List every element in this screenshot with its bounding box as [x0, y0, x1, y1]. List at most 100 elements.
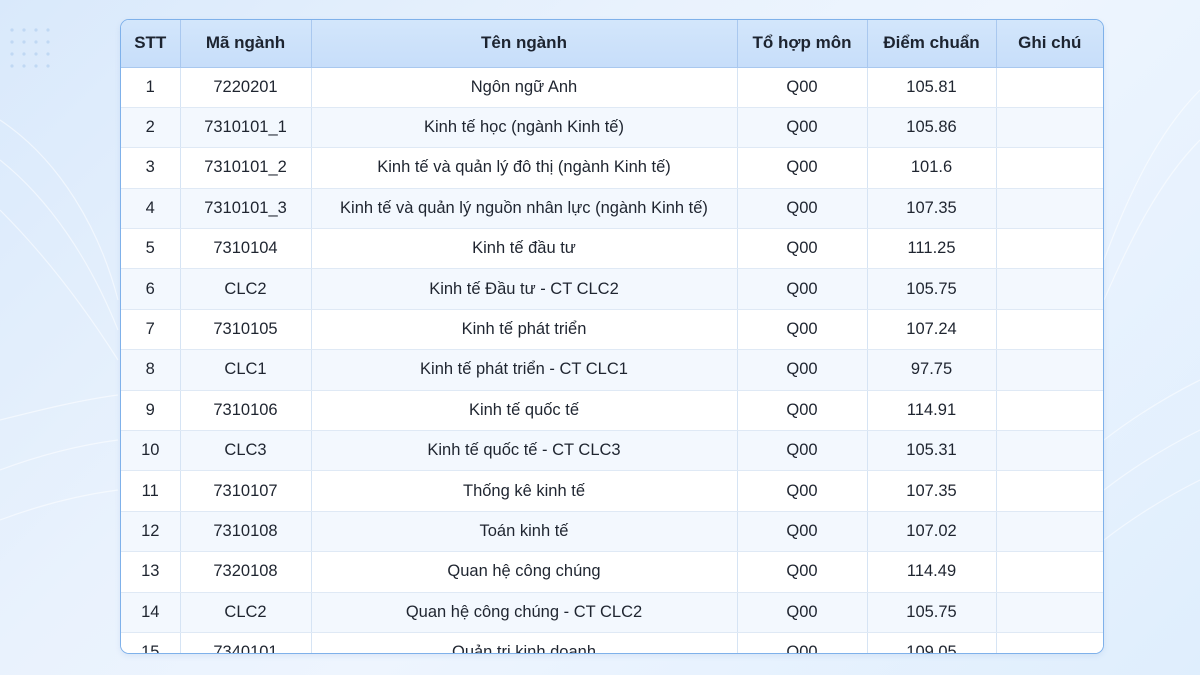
cell-note: [996, 470, 1103, 512]
cell-benchmark-score: 107.02: [867, 511, 997, 553]
cell-stt: 11: [121, 470, 181, 512]
cell-stt: 10: [121, 430, 181, 472]
cell-major-code: 7310101_3: [180, 188, 312, 230]
cell-stt: 15: [121, 632, 181, 653]
cell-major-name: Kinh tế phát triển - CT CLC1: [311, 349, 738, 391]
cell-subject-combination: Q00: [737, 551, 868, 593]
table-row: 12 7310108 Toán kinh tế Q00 107.02: [121, 511, 1103, 553]
cell-stt: 8: [121, 349, 181, 391]
cell-benchmark-score: 114.91: [867, 390, 997, 432]
cell-benchmark-score: 105.75: [867, 592, 997, 633]
cell-benchmark-score: 107.35: [867, 188, 997, 230]
cell-note: [996, 147, 1103, 189]
cell-stt: 3: [121, 147, 181, 189]
cell-subject-combination: Q00: [737, 309, 868, 351]
table-row: 8 CLC1 Kinh tế phát triển - CT CLC1 Q00 97.7…: [121, 349, 1103, 391]
cell-major-name: Kinh tế và quản lý nguồn nhân lực (ngành…: [311, 188, 738, 230]
cell-note: [996, 430, 1103, 472]
cell-benchmark-score: 107.35: [867, 470, 997, 512]
table-row: 2 7310101_1 Kinh tế học (ngành Kinh tế) Q00…: [121, 107, 1103, 149]
cell-note: [996, 268, 1103, 310]
cell-note: [996, 390, 1103, 432]
cell-note: [996, 349, 1103, 391]
cell-major-code: CLC3: [180, 430, 312, 472]
cell-stt: 1: [121, 67, 181, 108]
cell-note: [996, 228, 1103, 270]
table-row: 7 7310105 Kinh tế phát triển Q00 107.24: [121, 309, 1103, 351]
table-row: 6 CLC2 Kinh tế Đầu tư - CT CLC2 Q00 105.75: [121, 268, 1103, 310]
cell-note: [996, 188, 1103, 230]
cell-benchmark-score: 105.75: [867, 268, 997, 310]
cell-stt: 6: [121, 268, 181, 310]
cell-benchmark-score: 97.75: [867, 349, 997, 391]
cell-major-code: 7320108: [180, 551, 312, 593]
cell-major-code: 7310101_1: [180, 107, 312, 149]
cell-major-name: Kinh tế phát triển: [311, 309, 738, 351]
cell-major-name: Kinh tế quốc tế - CT CLC3: [311, 430, 738, 472]
cell-stt: 14: [121, 592, 181, 633]
table-row: 3 7310101_2 Kinh tế và quản lý đô thị (ngà…: [121, 147, 1103, 189]
cell-note: [996, 309, 1103, 351]
cell-major-code: 7340101: [180, 632, 312, 653]
cell-major-code: 7310106: [180, 390, 312, 432]
cell-subject-combination: Q00: [737, 147, 868, 189]
cell-major-name: Kinh tế học (ngành Kinh tế): [311, 107, 738, 149]
cell-benchmark-score: 105.86: [867, 107, 997, 149]
cell-major-code: 7310105: [180, 309, 312, 351]
cell-subject-combination: Q00: [737, 67, 868, 108]
cell-subject-combination: Q00: [737, 592, 868, 633]
header-note: Ghi chú: [996, 20, 1103, 68]
cell-major-name: Kinh tế và quản lý đô thị (ngành Kinh tế…: [311, 147, 738, 189]
cell-subject-combination: Q00: [737, 470, 868, 512]
cell-stt: 12: [121, 511, 181, 553]
cell-major-name: Toán kinh tế: [311, 511, 738, 553]
table-row: 13 7320108 Quan hệ công chúng Q00 114.49: [121, 551, 1103, 593]
cell-major-name: Quản trị kinh doanh: [311, 632, 738, 653]
table-body: 1 7220201 Ngôn ngữ Anh Q00 105.81 2 7310101_1 K…: [121, 67, 1103, 653]
cell-note: [996, 511, 1103, 553]
cell-stt: 5: [121, 228, 181, 270]
cell-subject-combination: Q00: [737, 268, 868, 310]
cell-major-code: 7310107: [180, 470, 312, 512]
cell-benchmark-score: 101.6: [867, 147, 997, 189]
table-row: 10 CLC3 Kinh tế quốc tế - CT CLC3 Q00 105.31: [121, 430, 1103, 472]
cell-subject-combination: Q00: [737, 228, 868, 270]
table-row: 15 7340101 Quản trị kinh doanh Q00 109.05: [121, 632, 1103, 653]
cell-major-name: Quan hệ công chúng - CT CLC2: [311, 592, 738, 633]
header-benchmark-score: Điểm chuẩn: [867, 20, 997, 68]
header-major-name: Tên ngành: [311, 20, 738, 68]
cell-benchmark-score: 109.05: [867, 632, 997, 653]
cell-major-code: CLC2: [180, 592, 312, 633]
cell-stt: 4: [121, 188, 181, 230]
cell-stt: 2: [121, 107, 181, 149]
cell-subject-combination: Q00: [737, 188, 868, 230]
cell-subject-combination: Q00: [737, 511, 868, 553]
cell-note: [996, 107, 1103, 149]
cell-benchmark-score: 105.81: [867, 67, 997, 108]
cell-benchmark-score: 114.49: [867, 551, 997, 593]
cell-benchmark-score: 107.24: [867, 309, 997, 351]
cell-major-name: Quan hệ công chúng: [311, 551, 738, 593]
cell-subject-combination: Q00: [737, 632, 868, 653]
cell-benchmark-score: 111.25: [867, 228, 997, 270]
cell-major-name: Thống kê kinh tế: [311, 470, 738, 512]
header-stt: STT: [121, 20, 181, 68]
table-row: 4 7310101_3 Kinh tế và quản lý nguồn nhân …: [121, 188, 1103, 230]
table-row: 11 7310107 Thống kê kinh tế Q00 107.35: [121, 470, 1103, 512]
cell-stt: 7: [121, 309, 181, 351]
cell-major-name: Kinh tế quốc tế: [311, 390, 738, 432]
cell-major-code: 7310101_2: [180, 147, 312, 189]
cell-major-code: 7310108: [180, 511, 312, 553]
cell-subject-combination: Q00: [737, 107, 868, 149]
table-row: 14 CLC2 Quan hệ công chúng - CT CLC2 Q00 105…: [121, 592, 1103, 633]
cell-subject-combination: Q00: [737, 430, 868, 472]
cell-stt: 13: [121, 551, 181, 593]
header-subject-combination: Tổ hợp môn: [737, 20, 868, 68]
cell-note: [996, 592, 1103, 633]
header-major-code: Mã ngành: [180, 20, 312, 68]
table-row: 1 7220201 Ngôn ngữ Anh Q00 105.81: [121, 67, 1103, 108]
table-row: 5 7310104 Kinh tế đầu tư Q00 111.25: [121, 228, 1103, 270]
cell-major-name: Kinh tế đầu tư: [311, 228, 738, 270]
cell-subject-combination: Q00: [737, 390, 868, 432]
cell-major-code: CLC2: [180, 268, 312, 310]
